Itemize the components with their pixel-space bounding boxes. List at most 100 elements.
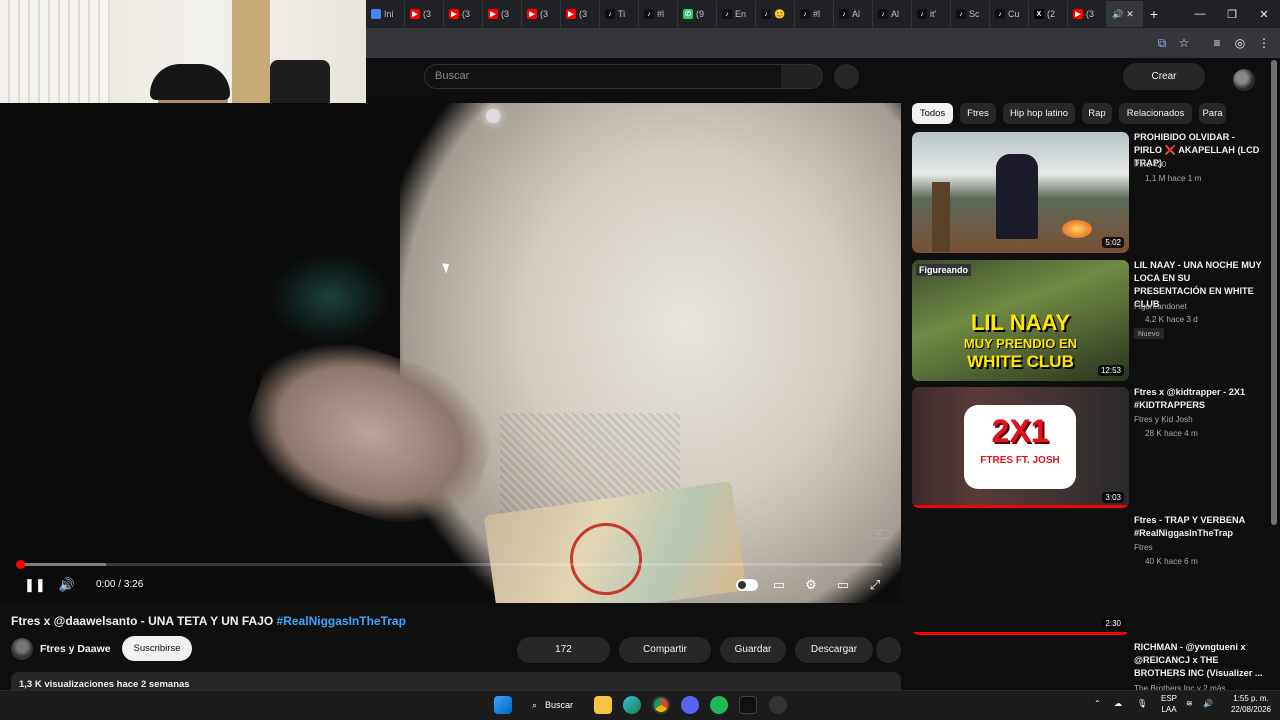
browser-tab[interactable]: ♪ Al bbox=[873, 1, 912, 27]
window-maximize-button[interactable]: ❐ bbox=[1216, 8, 1248, 21]
browser-tab[interactable]: ▶ (3 bbox=[561, 1, 600, 27]
title-hashtag-link[interactable]: #RealNiggasInTheTrap bbox=[277, 614, 406, 628]
browser-tab[interactable]: ✆ (9 bbox=[678, 1, 717, 27]
subtitles-icon[interactable]: ▭ bbox=[770, 577, 788, 593]
related-title[interactable]: Ftres x @kidtrapper - 2X1 #KIDTRAPPERS bbox=[1134, 386, 1264, 412]
tab-favicon-icon: ♪ bbox=[917, 9, 927, 19]
browser-tab[interactable]: ▶ (3 bbox=[405, 1, 444, 27]
new-tab-button[interactable]: + bbox=[1143, 6, 1165, 22]
browser-tab[interactable]: Ini bbox=[366, 1, 405, 27]
create-button[interactable]: Crear bbox=[1123, 63, 1205, 90]
share-button[interactable]: Compartir bbox=[619, 637, 711, 663]
capcut-icon[interactable] bbox=[739, 696, 757, 714]
browser-tab[interactable]: ▶ (3 bbox=[483, 1, 522, 27]
chip-para[interactable]: Para bbox=[1199, 103, 1226, 124]
search-button[interactable] bbox=[781, 64, 823, 89]
browser-tab[interactable]: X (2 bbox=[1029, 1, 1068, 27]
channel-name[interactable]: Ftres y Daawe bbox=[40, 643, 111, 655]
window-close-button[interactable]: ✕ bbox=[1248, 8, 1280, 21]
tab-close-icon[interactable]: ✕ bbox=[1126, 9, 1134, 20]
chip-todos[interactable]: Todos bbox=[912, 103, 953, 124]
reading-list-icon[interactable]: ≡ bbox=[1209, 35, 1225, 51]
tab-label: Sc bbox=[969, 9, 980, 19]
browser-tab-strip: Ini ▶ (3 ▶ (3 ▶ (3 ▶ (3 ▶ (3 ♪ Ti ♪ #l ✆ (9 ♪ En ♪ 😊 ♪ #l ♪ Al ♪ A… bbox=[366, 0, 1280, 28]
related-thumbnail[interactable]: 2:30 bbox=[912, 514, 1129, 635]
tab-label: Al bbox=[852, 9, 861, 19]
browser-tab[interactable]: ♪ Cu bbox=[990, 1, 1029, 27]
taskbar-search[interactable]: ⌕ Buscar bbox=[528, 695, 578, 715]
account-avatar[interactable] bbox=[1233, 69, 1255, 91]
start-button-icon[interactable] bbox=[494, 696, 512, 714]
obs-icon[interactable] bbox=[769, 696, 787, 714]
browser-tab[interactable]: ♪ #l bbox=[639, 1, 678, 27]
chip-ftres[interactable]: Ftres bbox=[960, 103, 996, 124]
browser-tab[interactable]: ♪ it' bbox=[912, 1, 951, 27]
fullscreen-icon[interactable]: ⤢ bbox=[866, 577, 884, 593]
browser-tab[interactable]: ▶ (3 bbox=[1068, 1, 1107, 27]
volume-icon[interactable]: 🔊 bbox=[58, 577, 76, 593]
active-browser-tab[interactable]: 🔊 ✕ bbox=[1107, 1, 1143, 27]
related-channel[interactable]: Pirlo 420 bbox=[1134, 160, 1166, 169]
microphone-icon[interactable]: 🎙 bbox=[1137, 698, 1147, 709]
discord-icon[interactable] bbox=[681, 696, 699, 714]
tab-label: Al bbox=[891, 9, 900, 19]
search-icon: ⌕ bbox=[532, 700, 538, 710]
file-explorer-icon[interactable] bbox=[594, 696, 612, 714]
download-button[interactable]: Descargar bbox=[795, 637, 873, 663]
tab-favicon-icon: ♪ bbox=[605, 9, 615, 19]
theater-mode-icon[interactable]: ▭ bbox=[834, 577, 852, 593]
browser-tab[interactable]: ♪ Ti bbox=[600, 1, 639, 27]
browser-tab[interactable]: ♪ Sc bbox=[951, 1, 990, 27]
video-player[interactable]: ▭ bbox=[0, 103, 901, 603]
edge-icon[interactable] bbox=[623, 696, 641, 714]
progress-bar[interactable] bbox=[16, 560, 882, 569]
chip-rap[interactable]: Rap bbox=[1082, 103, 1112, 124]
profile-icon[interactable]: ◎ bbox=[1232, 35, 1248, 51]
related-title[interactable]: RICHMAN - @yvngtueni x @REICANCJ x THE B… bbox=[1134, 641, 1264, 680]
subscribe-button[interactable]: Suscribirse bbox=[122, 636, 192, 661]
related-channel[interactable]: Ftres y Kid Josh bbox=[1134, 415, 1193, 424]
related-channel[interactable]: Figureandonet bbox=[1134, 302, 1187, 311]
related-thumbnail[interactable]: Figureando LIL NAAY MUY PRENDIO EN WHITE… bbox=[912, 260, 1129, 381]
channel-avatar[interactable] bbox=[11, 638, 33, 660]
tab-label: #l bbox=[813, 9, 821, 19]
browser-tab[interactable]: ♪ #l bbox=[795, 1, 834, 27]
wifi-icon[interactable]: ≋ bbox=[1186, 698, 1193, 709]
search-input[interactable]: Buscar bbox=[424, 64, 782, 89]
related-thumbnail[interactable]: 2X1 FTRES FT. JOSH 3:03 bbox=[912, 387, 1129, 508]
more-actions-button[interactable] bbox=[876, 637, 901, 663]
tray-chevron-icon[interactable]: ⌃ bbox=[1094, 698, 1101, 709]
chip-relacionados[interactable]: Relacionados bbox=[1119, 103, 1192, 124]
speaker-icon[interactable]: 🔊 bbox=[1203, 698, 1213, 709]
autoplay-toggle[interactable] bbox=[736, 579, 758, 591]
spotify-icon[interactable] bbox=[710, 696, 728, 714]
sidebar-scrollbar[interactable] bbox=[1271, 60, 1277, 525]
bookmark-star-icon[interactable]: ☆ bbox=[1176, 35, 1192, 51]
pause-button[interactable]: ❚❚ bbox=[24, 577, 46, 593]
related-thumbnail[interactable]: 5:02 bbox=[912, 132, 1129, 253]
browser-tab[interactable]: ♪ En bbox=[717, 1, 756, 27]
related-title[interactable]: Ftres - TRAP Y VERBENA #RealNiggasInTheT… bbox=[1134, 514, 1264, 540]
tab-favicon-icon bbox=[371, 9, 381, 19]
window-minimize-button[interactable]: — bbox=[1184, 8, 1216, 20]
browser-tab[interactable]: ▶ (3 bbox=[522, 1, 561, 27]
browser-tab[interactable]: ♪ 😊 bbox=[756, 1, 795, 27]
save-button[interactable]: Guardar bbox=[720, 637, 786, 663]
like-button[interactable]: 172 bbox=[517, 637, 610, 663]
settings-gear-icon[interactable]: ⚙ bbox=[802, 577, 820, 593]
chip-hip-hop-latino[interactable]: Hip hop latino bbox=[1003, 103, 1075, 124]
related-channel[interactable]: Ftres bbox=[1134, 543, 1153, 552]
extension-icon[interactable]: ⧉ bbox=[1154, 35, 1170, 51]
tab-favicon-icon: ♪ bbox=[644, 9, 654, 19]
tab-favicon-icon: ♪ bbox=[722, 9, 732, 19]
clock[interactable]: 1:55 p. m. 22/08/2026 bbox=[1226, 693, 1276, 715]
voice-search-button[interactable] bbox=[834, 64, 859, 89]
related-meta: 1,1 M hace 1 m bbox=[1145, 174, 1202, 183]
chrome-icon[interactable] bbox=[652, 696, 670, 714]
menu-kebab-icon[interactable]: ⋮ bbox=[1256, 35, 1272, 51]
language-indicator[interactable]: ESP LAA bbox=[1159, 693, 1179, 715]
onedrive-icon[interactable]: ☁ bbox=[1114, 698, 1122, 709]
browser-tab[interactable]: ♪ Al bbox=[834, 1, 873, 27]
progress-scrubber[interactable] bbox=[16, 560, 25, 569]
browser-tab[interactable]: ▶ (3 bbox=[444, 1, 483, 27]
